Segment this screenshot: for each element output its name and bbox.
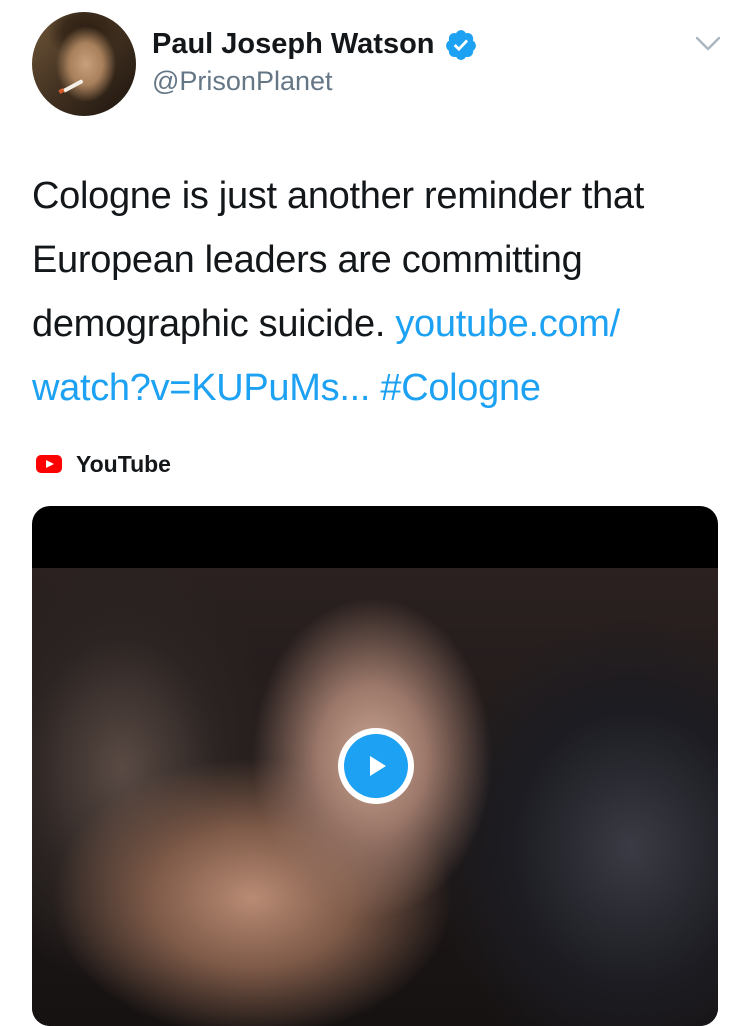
chevron-down-icon[interactable] (694, 34, 722, 54)
play-button[interactable] (338, 728, 414, 804)
tweet-text-line-3: demographic suicide. (32, 303, 396, 345)
author-handle[interactable]: @PrisonPlanet (152, 66, 333, 97)
tweet-text: Cologne is just another reminder that Eu… (32, 164, 712, 420)
youtube-link[interactable]: youtube.com/ (395, 303, 620, 345)
youtube-icon (36, 455, 62, 473)
card-source[interactable]: YouTube (36, 448, 171, 480)
play-button-inner (344, 734, 408, 798)
avatar-cigarette (62, 79, 84, 93)
hashtag-cologne[interactable]: #Cologne (380, 367, 541, 409)
verified-badge-icon (446, 30, 476, 60)
tweet-text-line-1: Cologne is just another reminder that (32, 175, 645, 217)
tweet: Paul Joseph Watson @PrisonPlanet Cologne… (0, 0, 750, 1026)
youtube-link-continued[interactable]: watch?v=KUPuMs... (32, 367, 370, 409)
avatar-cigarette-tip (58, 88, 65, 94)
avatar[interactable] (32, 12, 136, 116)
author-name[interactable]: Paul Joseph Watson (152, 28, 435, 61)
play-icon (370, 756, 386, 776)
tweet-text-line-2: European leaders are committing (32, 239, 583, 281)
source-label: YouTube (76, 450, 171, 477)
